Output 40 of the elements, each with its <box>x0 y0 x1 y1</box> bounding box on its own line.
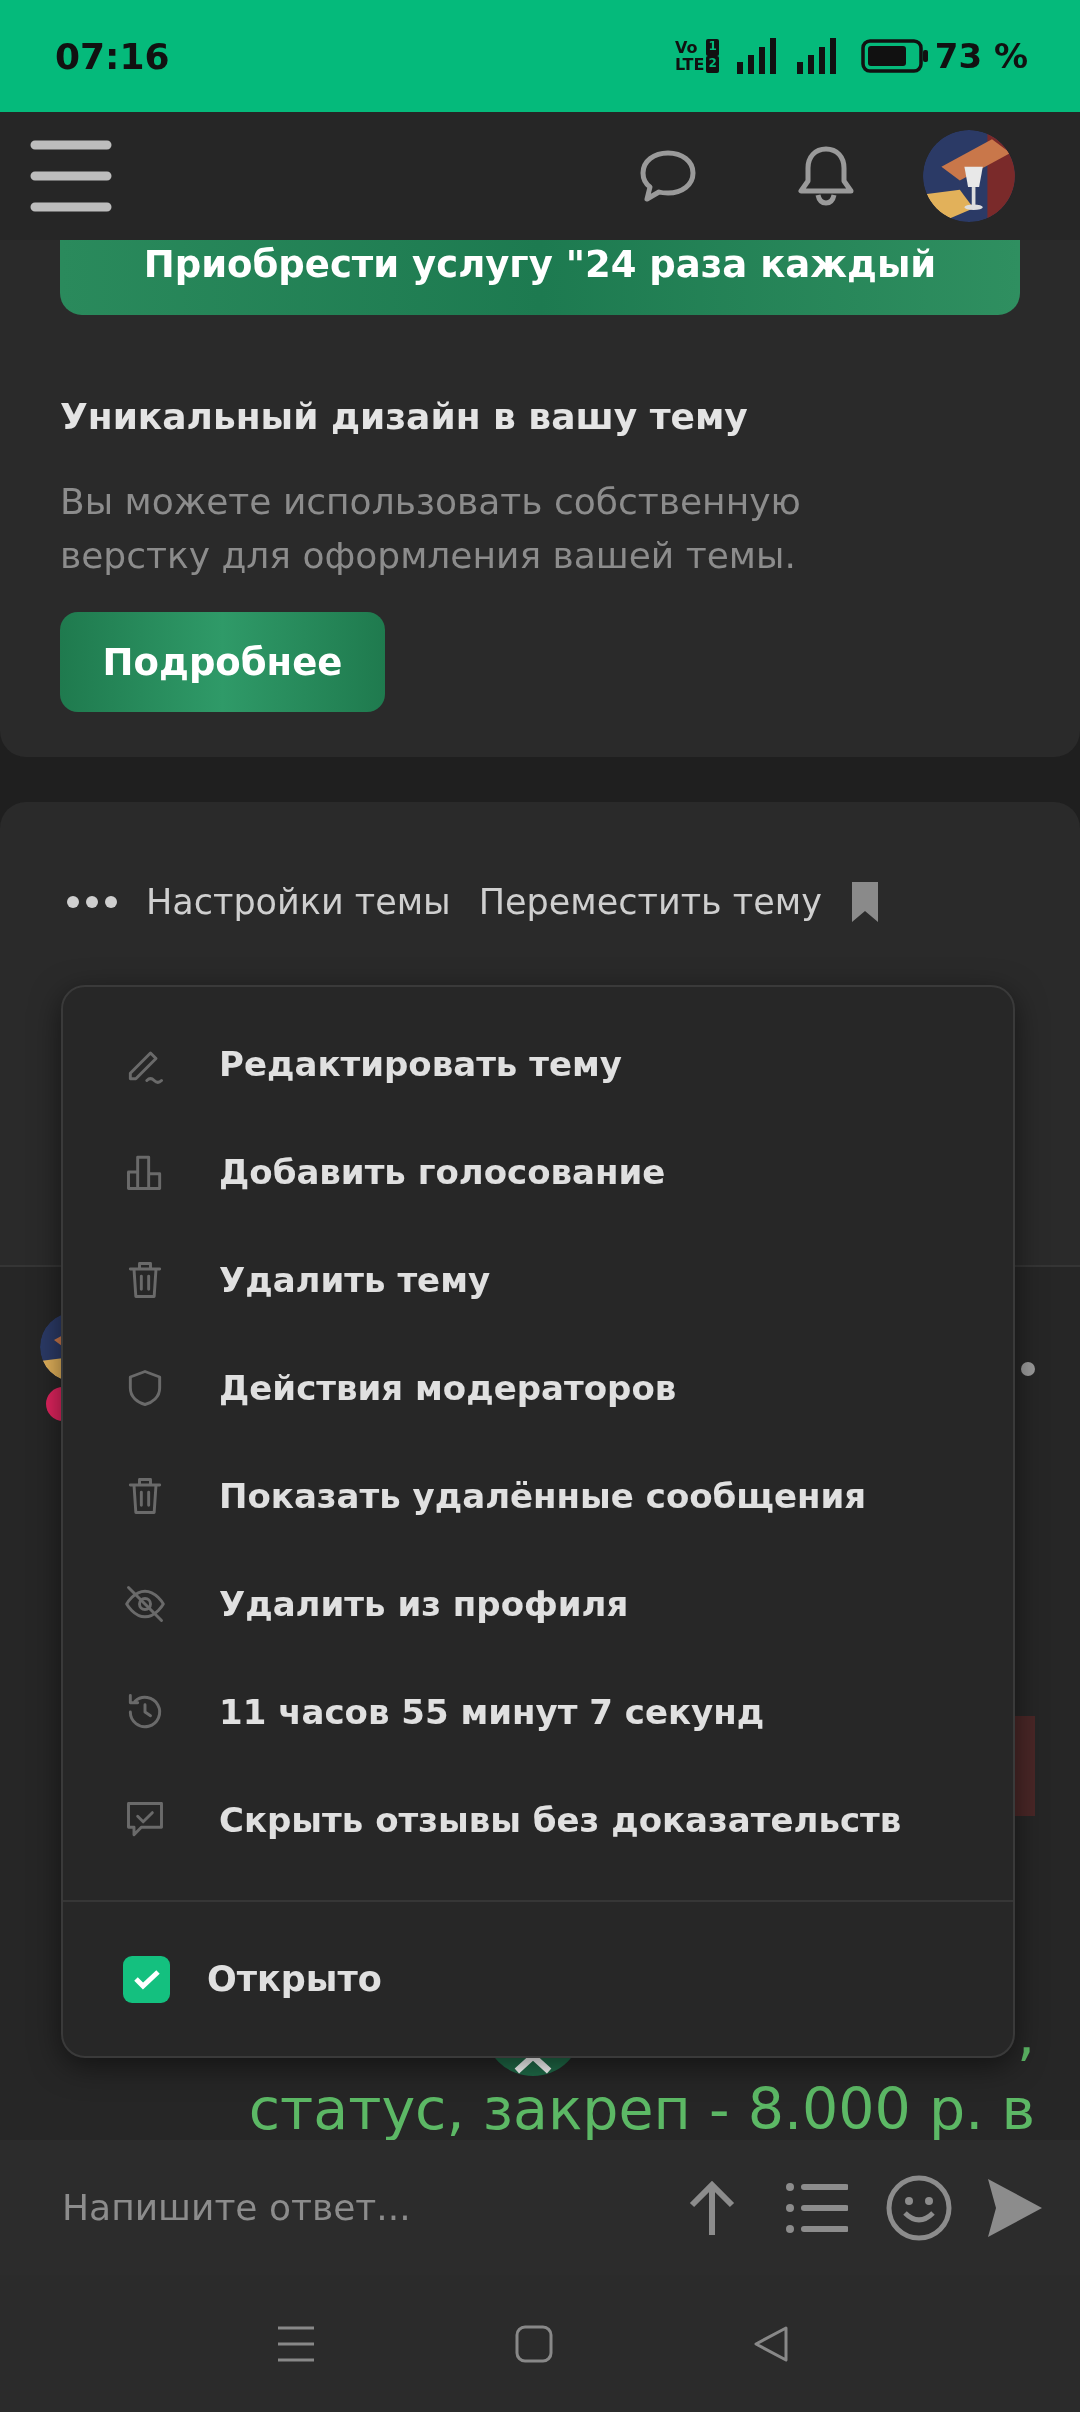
menu-icon[interactable] <box>277 2325 315 2362</box>
card-description: Вы можете использовать собственную верстку для оформления вашей темы. <box>60 480 802 578</box>
menu-item[interactable]: 11 часов 55 минут 7 секунд <box>63 1658 1013 1766</box>
more-icon[interactable] <box>66 895 118 909</box>
sim-label: 2 <box>706 56 719 73</box>
post-text: , <box>1016 2000 1035 2069</box>
menu-item[interactable]: Редактировать тему <box>63 1010 1013 1118</box>
clock-time: 07:16 <box>55 35 170 77</box>
signal-icon <box>736 38 777 74</box>
open-toggle[interactable]: Открыто <box>63 1902 1013 2056</box>
chat-bubble-icon[interactable] <box>639 149 697 203</box>
card-title: Уникальный дизайн в вашу тему <box>60 395 749 439</box>
home-icon[interactable] <box>515 2324 553 2363</box>
menu-item[interactable]: Действия модераторов <box>63 1334 1013 1442</box>
battery-icon <box>860 39 929 73</box>
reply-field[interactable]: Напишите ответ... <box>60 2186 686 2229</box>
network-label: LTE <box>675 56 705 73</box>
status-dot <box>1021 1362 1035 1376</box>
signal-icon <box>796 38 837 74</box>
list-icon[interactable] <box>786 2181 848 2234</box>
menu-icon[interactable] <box>30 140 112 212</box>
bookmark-icon[interactable] <box>849 880 880 924</box>
menu-item[interactable]: Удалить из профиля <box>63 1550 1013 1658</box>
sim-label: 1 <box>706 39 719 56</box>
network-label: Vo <box>675 39 699 56</box>
back-icon[interactable] <box>753 2325 789 2362</box>
checkbox[interactable] <box>123 1955 170 2003</box>
battery-percentage: 73 % <box>934 36 1028 76</box>
promo-banner[interactable]: Приобрести услугу "24 раза каждый <box>60 240 1020 315</box>
smile-icon[interactable] <box>886 2174 952 2241</box>
menu-item[interactable]: Показать удалённые сообщения <box>63 1442 1013 1550</box>
send-icon[interactable] <box>986 2176 1042 2239</box>
bell-icon[interactable] <box>797 145 855 207</box>
menu-item[interactable]: Добавить голосование <box>63 1118 1013 1226</box>
check-icon <box>131 1967 162 1991</box>
move-link[interactable]: Переместить тему <box>478 882 822 922</box>
more-button[interactable]: Подробнее <box>60 612 385 712</box>
menu-item[interactable]: Удалить тему <box>63 1226 1013 1334</box>
menu-item[interactable]: Скрыть отзывы без доказательств <box>63 1766 1013 1874</box>
settings-link[interactable]: Настройки темы <box>146 882 451 922</box>
